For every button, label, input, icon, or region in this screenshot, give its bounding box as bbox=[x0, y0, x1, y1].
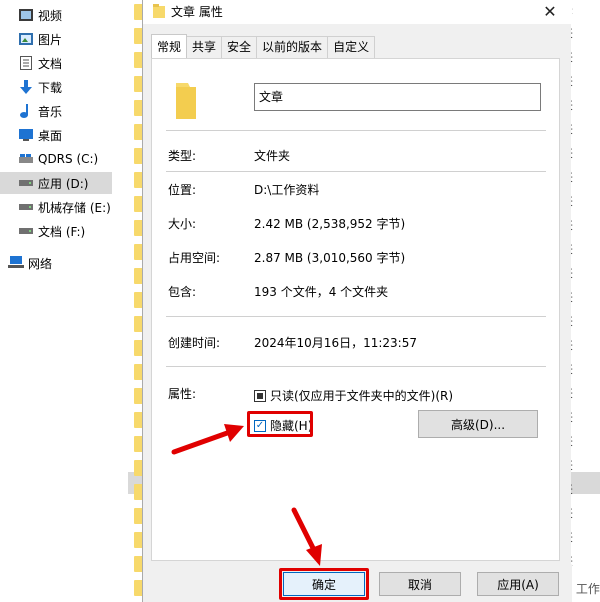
sidebar-item-videos[interactable]: 视频 bbox=[0, 4, 112, 26]
properties-dialog: 文章 属性 ✕ 常规 共享 安全 以前的版本 自定义 文章 类型: 文件夹 位置… bbox=[142, 0, 572, 602]
contains-label: 包含: bbox=[168, 285, 197, 299]
video-icon bbox=[18, 8, 34, 22]
folder-name-input[interactable]: 文章 bbox=[254, 83, 541, 111]
arrow-icon bbox=[171, 424, 244, 455]
close-icon: ✕ bbox=[543, 1, 557, 21]
size-label: 大小: bbox=[168, 217, 197, 231]
sidebar-item-music[interactable]: 音乐 bbox=[0, 100, 112, 122]
apply-button[interactable]: 应用(A) bbox=[477, 572, 559, 596]
sidebar-item-label: 机械存储 (E:) bbox=[38, 200, 111, 215]
size-on-disk-value: 2.87 MB (3,010,560 字节) bbox=[254, 251, 406, 265]
sidebar-item-drive-d[interactable]: 应用 (D:) bbox=[0, 172, 112, 194]
drive-icon bbox=[18, 176, 34, 190]
divider bbox=[166, 171, 546, 172]
arrow-icon bbox=[291, 507, 322, 566]
created-label: 创建时间: bbox=[168, 336, 221, 350]
tab-security[interactable]: 安全 bbox=[221, 36, 258, 58]
size-on-disk-label: 占用空间: bbox=[168, 251, 221, 265]
sidebar-item-drive-c[interactable]: QDRS (C:) bbox=[0, 148, 112, 170]
tab-sharing[interactable]: 共享 bbox=[186, 36, 223, 58]
sidebar-item-pictures[interactable]: 图片 bbox=[0, 28, 112, 50]
drive-icon bbox=[18, 224, 34, 238]
sidebar-item-label: 桌面 bbox=[38, 128, 63, 143]
dialog-button-bar: 确定 取消 应用(A) bbox=[143, 565, 572, 602]
download-icon bbox=[18, 80, 34, 94]
sidebar-item-network[interactable]: 网络 bbox=[0, 252, 112, 274]
divider bbox=[166, 366, 546, 367]
sidebar-item-label: 文档 (F:) bbox=[38, 224, 86, 239]
network-icon bbox=[8, 256, 24, 270]
general-tab-panel: 文章 类型: 文件夹 位置: D:\工作资料 大小: 2.42 MB (2,53… bbox=[151, 58, 560, 561]
pictures-icon bbox=[18, 32, 34, 46]
documents-icon bbox=[18, 56, 34, 70]
sidebar-item-documents[interactable]: 文档 bbox=[0, 52, 112, 74]
sidebar-item-label: 网络 bbox=[28, 256, 53, 271]
readonly-label: 只读(仅应用于文件夹中的文件)(R) bbox=[270, 389, 454, 403]
close-button[interactable]: ✕ bbox=[539, 0, 561, 22]
music-icon bbox=[18, 104, 34, 118]
sidebar-item-label: 视频 bbox=[38, 8, 63, 23]
attributes-label: 属性: bbox=[168, 387, 197, 401]
type-label: 类型: bbox=[168, 149, 197, 163]
checkbox-indeterminate-icon bbox=[254, 389, 266, 402]
navigation-pane: 视频 图片 文档 下载 音乐 桌面 QDRS (C:) 应用 (D:) 机械存储… bbox=[0, 0, 112, 602]
sidebar-item-label: 应用 (D:) bbox=[38, 176, 89, 191]
type-value: 文件夹 bbox=[254, 149, 291, 163]
tab-customize[interactable]: 自定义 bbox=[327, 36, 376, 58]
sidebar-item-label: 图片 bbox=[38, 32, 63, 47]
contains-value: 193 个文件，4 个文件夹 bbox=[254, 285, 389, 299]
tab-general[interactable]: 常规 bbox=[151, 34, 188, 58]
created-value: 2024年10月16日，11:23:57 bbox=[254, 336, 417, 350]
location-value: D:\工作资料 bbox=[254, 183, 320, 197]
folder-icon bbox=[174, 79, 196, 119]
divider bbox=[166, 316, 546, 317]
tab-previous-versions[interactable]: 以前的版本 bbox=[256, 36, 329, 58]
size-value: 2.42 MB (2,538,952 字节) bbox=[254, 217, 406, 231]
drive-c-icon bbox=[18, 152, 34, 166]
cancel-button[interactable]: 取消 bbox=[379, 572, 461, 596]
sidebar-item-drive-f[interactable]: 文档 (F:) bbox=[0, 220, 112, 242]
sidebar-item-drive-e[interactable]: 机械存储 (E:) bbox=[0, 196, 112, 218]
sidebar-item-desktop[interactable]: 桌面 bbox=[0, 124, 112, 146]
location-label: 位置: bbox=[168, 183, 197, 197]
advanced-button[interactable]: 高级(D)... bbox=[418, 410, 538, 438]
sidebar-item-label: 下载 bbox=[38, 80, 63, 95]
sidebar-item-label: 文档 bbox=[38, 56, 63, 71]
sidebar-item-label: QDRS (C:) bbox=[38, 152, 99, 166]
sidebar-item-downloads[interactable]: 下载 bbox=[0, 76, 112, 98]
desktop-icon bbox=[18, 128, 34, 142]
folder-icon bbox=[153, 4, 165, 18]
highlight-box bbox=[247, 411, 313, 437]
sidebar-item-label: 音乐 bbox=[38, 104, 63, 119]
highlight-box bbox=[279, 568, 369, 600]
tab-strip: 常规 共享 安全 以前的版本 自定义 bbox=[151, 34, 376, 58]
readonly-checkbox[interactable]: 只读(仅应用于文件夹中的文件)(R) bbox=[254, 387, 453, 404]
dialog-titlebar[interactable]: 文章 属性 ✕ bbox=[143, 0, 572, 24]
divider bbox=[166, 130, 546, 131]
dialog-title: 文章 属性 bbox=[171, 5, 223, 19]
drive-icon bbox=[18, 200, 34, 214]
